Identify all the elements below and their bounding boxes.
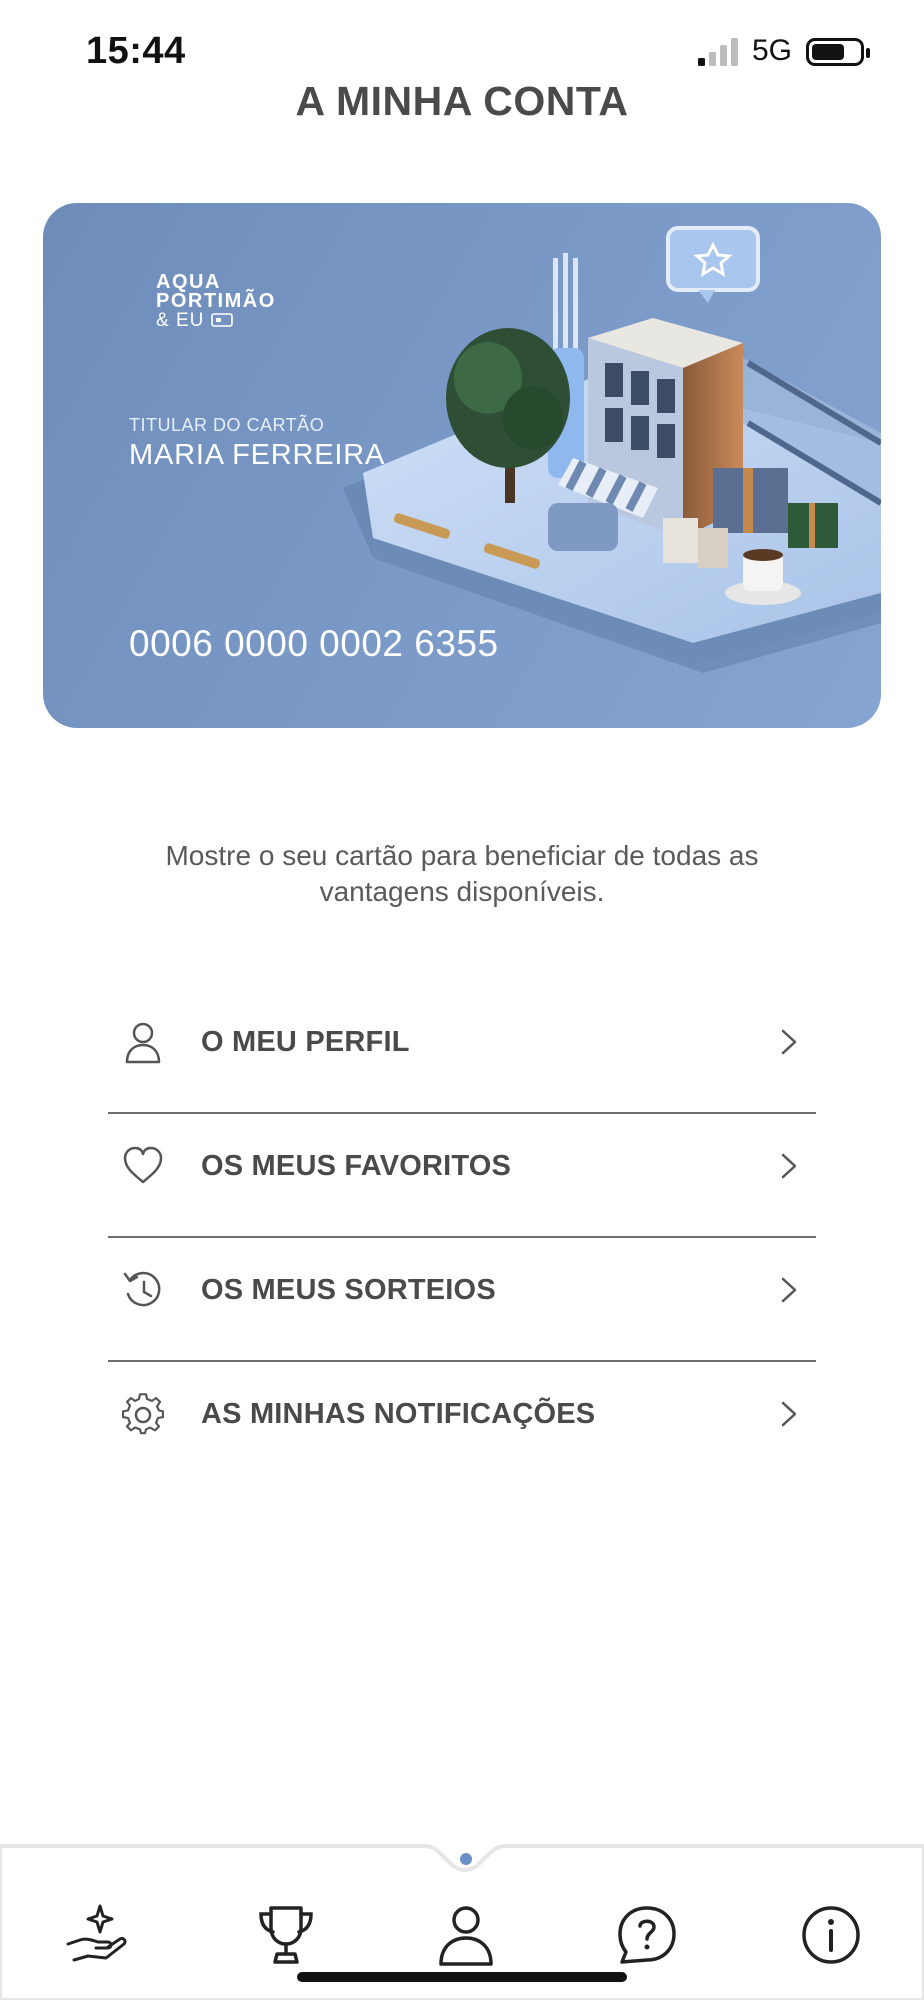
account-menu: O MEU PERFIL OS MEUS FAVORITOS OS MEUS S… (108, 990, 816, 1486)
heart-icon (123, 1146, 163, 1184)
card-holder-label: TITULAR DO CARTÃO (129, 415, 325, 435)
logo-line: PORTIMÃO (156, 290, 276, 312)
tab-info[interactable] (796, 1900, 866, 1970)
tab-prizes[interactable] (251, 1900, 321, 1970)
tab-account[interactable] (431, 1900, 501, 1970)
menu-item-label: AS MINHAS NOTIFICAÇÕES (201, 1398, 596, 1430)
menu-item-profile[interactable]: O MEU PERFIL (108, 990, 816, 1114)
help-bubble-icon (618, 1906, 676, 1964)
user-icon (439, 1906, 493, 1966)
menu-item-label: OS MEUS SORTEIOS (201, 1274, 496, 1306)
chevron-right-icon (781, 1277, 797, 1303)
tab-help[interactable] (612, 1900, 682, 1970)
logo-line: & EU (156, 311, 276, 330)
menu-item-draws[interactable]: OS MEUS SORTEIOS (108, 1238, 816, 1362)
menu-item-label: OS MEUS FAVORITOS (201, 1150, 512, 1182)
status-time: 15:44 (86, 30, 186, 72)
gear-icon (122, 1393, 164, 1435)
menu-item-notifications[interactable]: AS MINHAS NOTIFICAÇÕES (108, 1362, 816, 1486)
user-icon (125, 1022, 161, 1064)
page-title: A MINHA CONTA (295, 78, 629, 124)
tab-benefits[interactable] (62, 1900, 132, 1970)
battery-icon (806, 38, 870, 66)
menu-item-label: O MEU PERFIL (201, 1026, 410, 1058)
card-holder-name: MARIA FERREIRA (129, 439, 386, 471)
card-number: 0006 0000 0002 6355 (129, 623, 499, 664)
active-tab-dot (460, 1853, 472, 1865)
chevron-right-icon (781, 1153, 797, 1179)
chevron-right-icon (781, 1029, 797, 1055)
chevron-right-icon (781, 1401, 797, 1427)
card-hint-text: Mostre o seu cartão para beneficiar de t… (165, 840, 759, 907)
trophy-icon (259, 1906, 313, 1964)
network-type: 5G (752, 34, 793, 67)
info-icon (802, 1906, 860, 1964)
card-mini-icon (210, 313, 233, 327)
menu-item-favorites[interactable]: OS MEUS FAVORITOS (108, 1114, 816, 1238)
history-icon (123, 1271, 161, 1307)
membership-card[interactable]: AQUA PORTIMÃO & EU TITULAR DO CARTÃO MAR… (43, 203, 881, 728)
home-indicator[interactable] (297, 1972, 627, 1982)
signal-icon (698, 38, 738, 66)
brand-logo: AQUA PORTIMÃO & EU (156, 272, 276, 330)
hand-sparkle-icon (66, 1904, 127, 1962)
